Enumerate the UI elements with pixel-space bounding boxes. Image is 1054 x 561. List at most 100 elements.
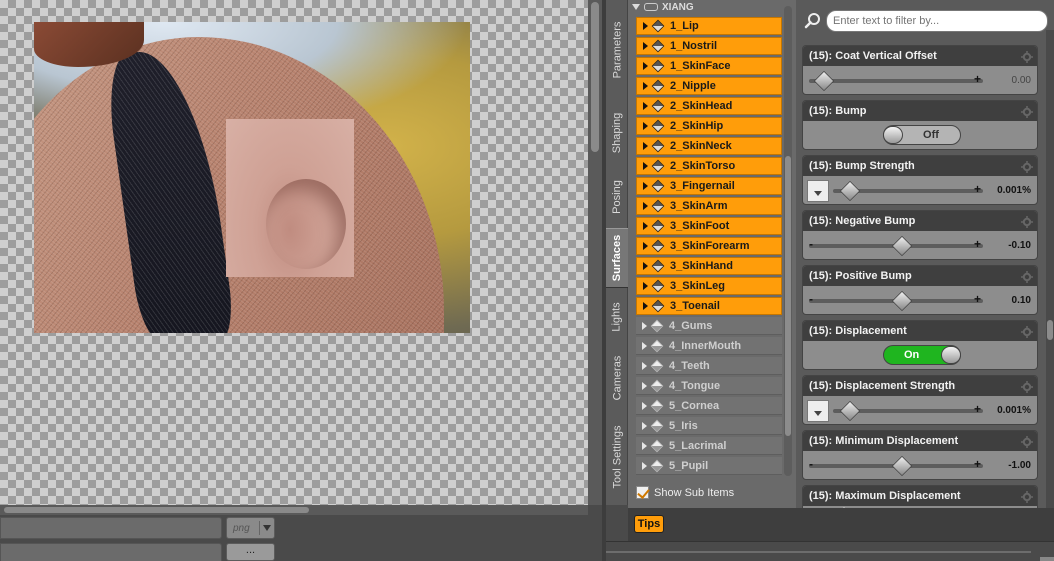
tree-vscroll-thumb[interactable] — [785, 156, 791, 436]
expand-arrow-icon[interactable] — [642, 421, 647, 430]
expand-arrow-icon[interactable] — [643, 42, 648, 50]
slider-increment[interactable]: + — [974, 182, 981, 196]
slider-decrement[interactable]: - — [809, 292, 813, 306]
expand-arrow-icon[interactable] — [643, 182, 648, 190]
surface-item[interactable]: 4_Tongue — [636, 377, 782, 395]
surface-item[interactable]: 3_Toenail — [636, 297, 782, 315]
property-value[interactable]: 0.001% — [997, 185, 1031, 196]
tab-cameras[interactable]: Cameras — [606, 346, 628, 410]
format-dropdown[interactable]: png — [226, 517, 275, 539]
slider-knob[interactable] — [891, 290, 913, 312]
slider-increment[interactable]: + — [974, 237, 981, 251]
show-sub-items-checkbox[interactable]: Show Sub Items — [636, 486, 734, 499]
expand-arrow-icon[interactable] — [643, 162, 648, 170]
gear-icon[interactable] — [1021, 325, 1033, 338]
slider-knob[interactable] — [813, 70, 835, 92]
render-viewport[interactable] — [0, 0, 588, 505]
surface-item[interactable]: 3_SkinHand — [636, 257, 782, 275]
property-value[interactable]: 0.001% — [997, 405, 1031, 416]
expand-arrow-icon[interactable] — [643, 242, 648, 250]
toggle-switch[interactable]: On — [883, 345, 961, 365]
expand-arrow-icon[interactable] — [642, 461, 647, 470]
expand-arrow-icon[interactable] — [642, 401, 647, 410]
property-value[interactable]: -1.00 — [1008, 460, 1031, 471]
properties-vertical-scrollbar[interactable] — [1046, 30, 1054, 508]
tab-tool-settings[interactable]: Tool Settings — [606, 412, 628, 502]
surface-item[interactable]: 3_SkinForearm — [636, 237, 782, 255]
filename-field[interactable] — [0, 517, 222, 539]
expand-arrow-icon[interactable] — [643, 262, 648, 270]
viewport-vscroll-thumb[interactable] — [591, 2, 599, 152]
expand-arrow-icon[interactable] — [643, 22, 648, 30]
slider-increment[interactable]: + — [974, 292, 981, 306]
expand-arrow-icon[interactable] — [643, 282, 648, 290]
property-value[interactable]: 0.00 — [1012, 75, 1031, 86]
tab-posing[interactable]: Posing — [606, 168, 628, 226]
surface-item[interactable]: 3_SkinFoot — [636, 217, 782, 235]
gear-icon[interactable] — [1021, 435, 1033, 448]
expand-arrow-icon[interactable] — [643, 142, 648, 150]
texture-map-button[interactable] — [807, 180, 829, 202]
expand-arrow-icon[interactable] — [643, 102, 648, 110]
surface-item[interactable]: 3_Fingernail — [636, 177, 782, 195]
slider-increment[interactable]: + — [974, 72, 981, 86]
surface-item[interactable]: 2_SkinHip — [636, 117, 782, 135]
search-icon[interactable] — [804, 12, 822, 30]
surface-item[interactable]: 1_Lip — [636, 17, 782, 35]
expand-arrow-icon[interactable] — [642, 321, 647, 330]
gear-icon[interactable] — [1021, 270, 1033, 283]
texture-map-button[interactable] — [807, 400, 829, 422]
expand-arrow-icon[interactable] — [643, 62, 648, 70]
surface-item[interactable]: 5_Iris — [636, 417, 782, 435]
surface-item[interactable]: 4_InnerMouth — [636, 337, 782, 355]
slider-increment[interactable]: + — [974, 402, 981, 416]
slider-knob[interactable] — [839, 180, 861, 202]
expand-arrow-icon[interactable] — [643, 122, 648, 130]
slider-decrement[interactable]: - — [809, 457, 813, 471]
gear-icon[interactable] — [1021, 50, 1033, 63]
slider-knob[interactable] — [891, 235, 913, 257]
slider-track[interactable] — [809, 79, 983, 83]
tree-figure-header[interactable]: XIANG — [628, 0, 796, 14]
property-value[interactable]: 0.10 — [1012, 295, 1031, 306]
surface-item[interactable]: 3_SkinArm — [636, 197, 782, 215]
surface-item[interactable]: 1_SkinFace — [636, 57, 782, 75]
slider-knob[interactable] — [839, 400, 861, 422]
expand-arrow-icon[interactable] — [642, 361, 647, 370]
slider-increment[interactable]: + — [974, 457, 981, 471]
surface-item[interactable]: 5_Lacrimal — [636, 437, 782, 455]
surface-item[interactable]: 2_Nipple — [636, 77, 782, 95]
tree-vertical-scrollbar[interactable] — [784, 6, 792, 476]
viewport-hscroll-thumb[interactable] — [4, 507, 309, 513]
expand-arrow-icon[interactable] — [643, 222, 648, 230]
tab-surfaces[interactable]: Surfaces — [606, 228, 628, 288]
expand-arrow-icon[interactable] — [643, 302, 648, 310]
surface-item[interactable]: 4_Teeth — [636, 357, 782, 375]
slider-decrement[interactable]: - — [809, 237, 813, 251]
filter-input[interactable] — [826, 10, 1048, 32]
expand-arrow-icon[interactable] — [642, 381, 647, 390]
properties-vscroll-thumb[interactable] — [1047, 320, 1053, 340]
path-field[interactable] — [0, 543, 222, 561]
gear-icon[interactable] — [1021, 380, 1033, 393]
gear-icon[interactable] — [1021, 160, 1033, 173]
resize-grip[interactable] — [1040, 557, 1054, 561]
surface-item[interactable]: 2_SkinNeck — [636, 137, 782, 155]
gear-icon[interactable] — [1021, 215, 1033, 228]
surface-item[interactable]: 5_Pupil — [636, 457, 782, 475]
surface-item[interactable]: 5_Cornea — [636, 397, 782, 415]
viewport-horizontal-scrollbar[interactable] — [0, 505, 588, 515]
expand-arrow-icon[interactable] — [642, 341, 647, 350]
surface-item[interactable]: 4_Gums — [636, 317, 782, 335]
gear-icon[interactable] — [1021, 490, 1033, 503]
expand-arrow-icon[interactable] — [643, 82, 648, 90]
surface-item[interactable]: 3_SkinLeg — [636, 277, 782, 295]
tips-button[interactable]: Tips — [634, 515, 664, 533]
property-value[interactable]: -0.10 — [1008, 240, 1031, 251]
surface-item[interactable]: 1_Nostril — [636, 37, 782, 55]
surface-item[interactable]: 2_SkinTorso — [636, 157, 782, 175]
surface-item[interactable]: 2_SkinHead — [636, 97, 782, 115]
expand-arrow-icon[interactable] — [643, 202, 648, 210]
tab-shaping[interactable]: Shaping — [606, 100, 628, 166]
gear-icon[interactable] — [1021, 105, 1033, 118]
